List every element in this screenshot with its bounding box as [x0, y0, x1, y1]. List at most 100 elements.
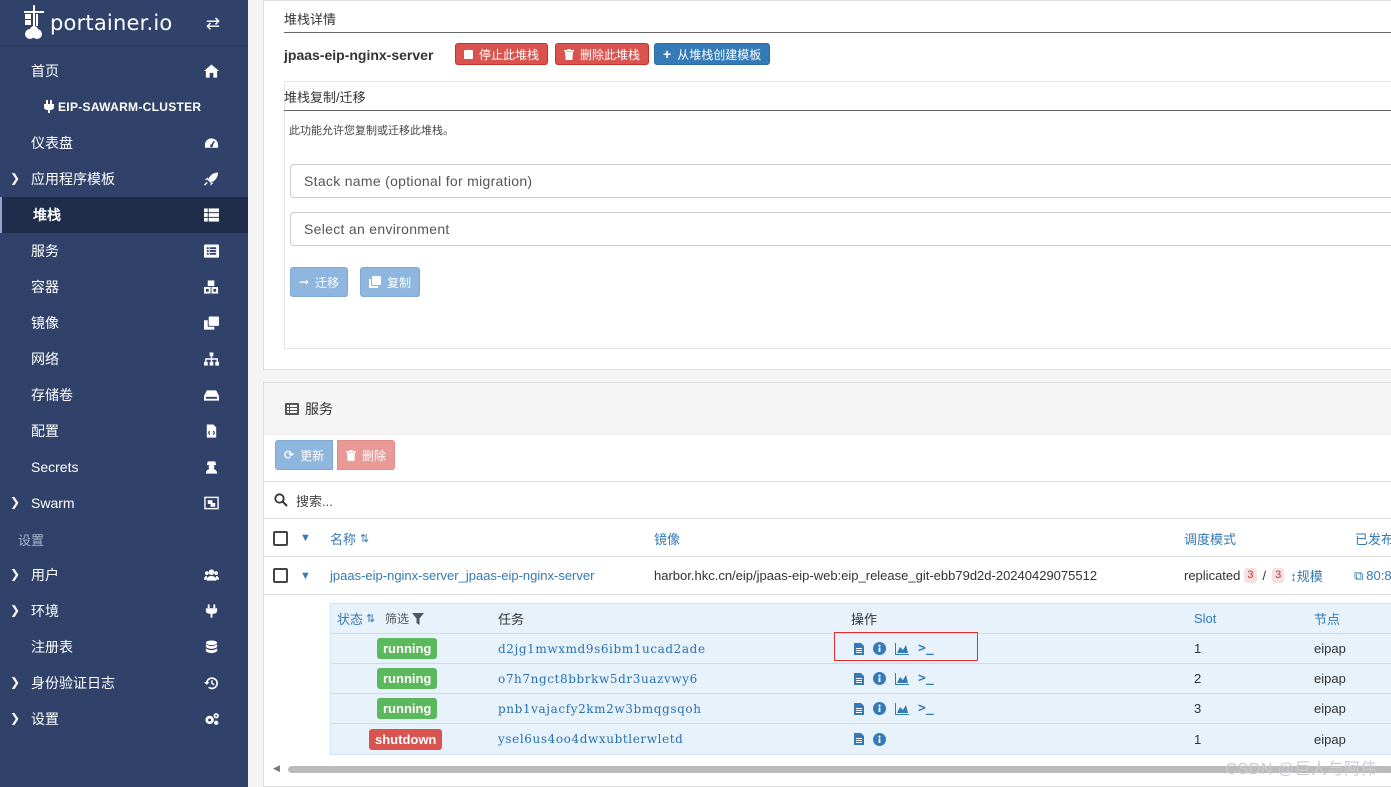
table-row: running o7h7ngct8bbrkw5dr3uazvwy6 >_ 2 e…: [331, 664, 1391, 694]
sidebar-item-volumes[interactable]: 存储卷: [0, 377, 248, 413]
sidebar-item-app-templates[interactable]: ❯ 应用程序模板: [0, 161, 248, 197]
stack-details-panel: 堆栈详情 jpaas-eip-nginx-server 停止此堆栈 删除此堆栈 …: [263, 0, 1391, 370]
terminal-icon[interactable]: >_: [918, 671, 934, 686]
sidebar-item-images[interactable]: 镜像: [0, 305, 248, 341]
dashboard-icon: [204, 138, 219, 148]
sidebar-item-label: 环境: [31, 603, 59, 619]
running-count: 3: [1244, 568, 1257, 583]
table-row: ▼ jpaas-eip-nginx-server_jpaas-eip-nginx…: [264, 557, 1391, 595]
task-id-link[interactable]: d2jg1mwxmd9s6ibm1ucad2ade: [498, 634, 706, 663]
sidebar-item-secrets[interactable]: Secrets: [0, 449, 248, 485]
scale-button[interactable]: ↕规模: [1290, 566, 1323, 585]
refresh-icon: ⟳: [284, 448, 295, 462]
user-secret-icon: [205, 461, 218, 474]
sidebar-item-dashboard[interactable]: 仪表盘: [0, 125, 248, 161]
sidebar-item-label: 镜像: [31, 315, 59, 331]
sidebar-item-settings[interactable]: ❯ 设置: [0, 701, 248, 737]
tasks-table: 状态 ⇅ 筛选 任务 操作 Slot 节点 running d2jg1mwxmd…: [330, 603, 1391, 755]
column-mode[interactable]: 调度模式: [1184, 520, 1236, 556]
create-template-button[interactable]: + 从堆栈创建模板: [654, 43, 771, 65]
migrate-button[interactable]: ➞ 迁移: [290, 267, 349, 297]
sidebar-item-containers[interactable]: 容器: [0, 269, 248, 305]
refresh-label: 更新: [300, 448, 325, 463]
task-id-link[interactable]: ysel6us4oo4dwxubtlerwletd: [498, 724, 683, 754]
select-all-checkbox[interactable]: [273, 530, 288, 546]
clone-icon: [369, 276, 381, 288]
column-status[interactable]: 状态 ⇅: [337, 604, 375, 633]
th-large-icon: [204, 208, 219, 222]
search-input[interactable]: 搜索...: [296, 491, 333, 510]
sidebar-item-label: 应用程序模板: [31, 171, 115, 187]
column-image[interactable]: 镜像: [654, 520, 680, 556]
database-icon: [205, 640, 218, 654]
trash-icon: [346, 449, 356, 461]
sidebar-item-swarm[interactable]: ❯ Swarm: [0, 485, 248, 521]
chevron-right-icon: ❯: [10, 171, 21, 185]
info-circle-icon[interactable]: [873, 702, 886, 715]
environment-select[interactable]: Select an environment: [290, 212, 1391, 246]
copy-button[interactable]: 复制: [360, 267, 421, 297]
sort-icon: ⇅: [366, 613, 376, 625]
sidebar-item-services[interactable]: 服务: [0, 233, 248, 269]
sidebar-item-configs[interactable]: 配置: [0, 413, 248, 449]
sort-icon: ⇅: [360, 532, 370, 545]
sidebar-cluster[interactable]: EIP-SAWARM-CLUSTER: [0, 89, 248, 125]
task-id-link[interactable]: o7h7ngct8bbrkw5dr3uazvwy6: [498, 664, 698, 693]
service-name-link[interactable]: jpaas-eip-nginx-server_jpaas-eip-nginx-s…: [330, 557, 594, 594]
terminal-icon[interactable]: >_: [918, 701, 934, 716]
service-mode: replicated 3 / 3 ↕规模: [1184, 557, 1323, 594]
filter-icon: [412, 612, 425, 625]
stack-name-input[interactable]: Stack name (optional for migration): [290, 164, 1391, 198]
table-row: running pnb1vajacfy2km2w3bmqgsqoh >_ 3 e…: [331, 694, 1391, 724]
sidebar: portainer.io ⇄ 首页 EIP-SAWARM-CLUSTER 仪表盘…: [0, 0, 248, 787]
list-alt-icon: [204, 244, 219, 258]
task-id-link[interactable]: pnb1vajacfy2km2w3bmqgsqoh: [498, 694, 702, 723]
mode-text: replicated: [1184, 568, 1241, 583]
published-port-link[interactable]: ⧉ 80:8: [1354, 557, 1391, 594]
sidebar-item-networks[interactable]: 网络: [0, 341, 248, 377]
file-text-icon[interactable]: [854, 672, 864, 685]
cogs-icon: [205, 713, 219, 725]
hdd-icon: [204, 390, 219, 401]
sidebar-item-registries[interactable]: 注册表: [0, 629, 248, 665]
column-published[interactable]: 已发布: [1355, 520, 1391, 556]
column-name[interactable]: 名称 ⇅: [330, 520, 369, 556]
info-circle-icon[interactable]: [873, 672, 886, 685]
horizontal-scrollbar[interactable]: ◀: [270, 763, 1391, 774]
row-expand-icon[interactable]: ▼: [300, 557, 311, 594]
column-slot[interactable]: Slot: [1194, 604, 1216, 633]
file-text-icon[interactable]: [854, 702, 864, 715]
logo[interactable]: portainer.io ⇄: [0, 0, 248, 46]
file-text-icon[interactable]: [854, 733, 864, 745]
expand-all-icon[interactable]: ▼: [300, 520, 311, 556]
delete-services-button[interactable]: 删除: [337, 440, 396, 470]
arrow-right-icon: ➞: [299, 275, 310, 289]
sidebar-item-stacks[interactable]: 堆栈: [0, 197, 248, 233]
chevron-right-icon: ❯: [10, 567, 21, 581]
column-node[interactable]: 节点: [1314, 604, 1340, 633]
sidebar-item-label: 身份验证日志: [31, 675, 115, 691]
search-bar[interactable]: 搜索...: [264, 481, 1391, 519]
plug-icon: [205, 604, 218, 618]
sidebar-item-home[interactable]: 首页: [0, 53, 248, 89]
sidebar-item-environments[interactable]: ❯ 环境: [0, 593, 248, 629]
refresh-button[interactable]: ⟳ 更新: [275, 440, 334, 470]
delete-services-label: 删除: [362, 448, 387, 463]
area-chart-icon[interactable]: [895, 672, 909, 685]
task-actions: [854, 724, 886, 754]
sidebar-item-auth-logs[interactable]: ❯ 身份验证日志: [0, 665, 248, 701]
delete-stack-button[interactable]: 删除此堆栈: [555, 43, 650, 65]
area-chart-icon[interactable]: [895, 702, 909, 715]
sidebar-nav: 首页 EIP-SAWARM-CLUSTER 仪表盘 ❯ 应用程序模板 堆栈 服务…: [0, 53, 248, 737]
column-name-label: 名称: [330, 531, 357, 547]
info-circle-icon[interactable]: [873, 732, 886, 746]
sidebar-toggle-icon[interactable]: ⇄: [206, 14, 220, 34]
row-checkbox[interactable]: [273, 568, 288, 583]
sidebar-item-users[interactable]: ❯ 用户: [0, 557, 248, 593]
filter-button[interactable]: 筛选: [385, 604, 425, 633]
scroll-left-icon[interactable]: ◀: [273, 763, 280, 774]
stop-stack-button[interactable]: 停止此堆栈: [455, 43, 549, 65]
published-port: 80:8: [1366, 568, 1391, 583]
services-table-header: ▼ 名称 ⇅ 镜像 调度模式 已发布: [264, 520, 1391, 557]
migration-heading: 堆栈复制/迁移: [284, 87, 1391, 111]
